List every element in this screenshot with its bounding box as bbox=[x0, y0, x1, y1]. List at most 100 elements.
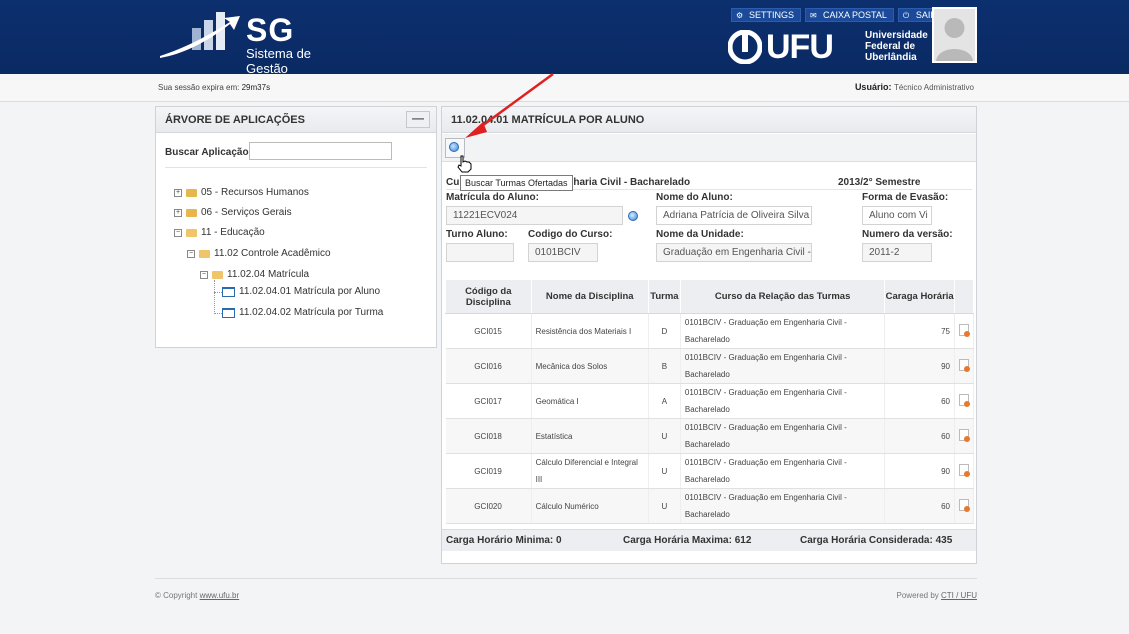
unidade-field[interactable]: Graduação em Engenharia Civil - bbox=[656, 243, 812, 262]
cell-turma: U bbox=[648, 488, 681, 524]
search-app-input[interactable] bbox=[249, 142, 392, 160]
versao-label: Numero da versão: bbox=[862, 229, 953, 240]
table-row[interactable]: GCI016 Mecânica dos Solos B 0101BCIV - G… bbox=[445, 348, 975, 384]
user-avatar[interactable] bbox=[932, 7, 977, 63]
collapse-icon[interactable]: − bbox=[174, 228, 182, 237]
tree-node-label: 11.02.04 Matrícula bbox=[227, 269, 310, 280]
mailbox-link[interactable]: ✉ CAIXA POSTAL bbox=[805, 8, 894, 22]
cell-curso: 0101BCIV - Graduação em Engenharia Civil… bbox=[680, 313, 886, 349]
cell-action bbox=[954, 488, 975, 524]
document-icon[interactable] bbox=[958, 394, 970, 407]
table-row[interactable]: GCI019 Cálculo Diferencial e Integral II… bbox=[445, 453, 975, 489]
carga-minima: Carga Horário Minima: 0 bbox=[446, 535, 562, 546]
tree-node-educacao[interactable]: − 11 - Educação bbox=[174, 227, 265, 238]
versao-field[interactable]: 2011-2 bbox=[862, 243, 932, 262]
ufu-site-link[interactable]: www.ufu.br bbox=[200, 591, 240, 600]
document-icon[interactable] bbox=[958, 429, 970, 442]
settings-link[interactable]: ⚙ SETTINGS bbox=[731, 8, 802, 22]
forma-evasao-field[interactable]: Aluno com Vi bbox=[862, 206, 932, 225]
logo-subtitle: Sistema de Gestão bbox=[246, 46, 312, 76]
annotation-arrow bbox=[465, 72, 554, 138]
collapse-icon[interactable]: − bbox=[200, 270, 208, 279]
cell-codigo: GCI019 bbox=[445, 453, 532, 489]
cell-action bbox=[954, 453, 975, 489]
tree-node-matricula-por-turma[interactable]: 11.02.04.02 Matrícula por Turma bbox=[222, 307, 383, 318]
col-codigo[interactable]: Código da Disciplina bbox=[445, 279, 532, 314]
document-icon[interactable] bbox=[958, 324, 970, 337]
semester-label: 2013/2° Semestre bbox=[838, 177, 921, 188]
tooltip: Buscar Turmas Ofertadas bbox=[460, 175, 573, 191]
course-label-end: haria Civil - Bacharelado bbox=[573, 177, 691, 188]
cell-codigo: GCI016 bbox=[445, 348, 532, 384]
collapse-icon[interactable]: − bbox=[187, 249, 195, 258]
cell-carga: 60 bbox=[884, 383, 955, 419]
sg-logo[interactable]: SG Sistema de Gestão bbox=[158, 10, 348, 76]
folder-icon bbox=[186, 188, 197, 197]
search-icon[interactable] bbox=[628, 211, 638, 221]
col-curso[interactable]: Curso da Relação das Turmas bbox=[679, 279, 886, 314]
totals-bar: Carga Horário Minima: 0 Carga Horária Ma… bbox=[442, 529, 976, 551]
document-icon[interactable] bbox=[958, 359, 970, 372]
cell-codigo: GCI018 bbox=[445, 418, 532, 454]
tree-connector bbox=[214, 313, 222, 314]
tree-connector bbox=[214, 280, 215, 314]
turno-field[interactable] bbox=[446, 243, 514, 262]
mailbox-label: CAIXA POSTAL bbox=[823, 10, 887, 20]
cell-carga: 75 bbox=[884, 313, 955, 349]
minimize-button[interactable]: — bbox=[406, 111, 430, 128]
cell-nome: Mecânica dos Solos bbox=[531, 348, 649, 384]
col-carga[interactable]: Caraga Horária bbox=[884, 279, 955, 314]
user-label: Usuário: bbox=[854, 82, 892, 92]
table-header-row: Código da Disciplina Nome da Disciplina … bbox=[445, 279, 975, 314]
cell-curso: 0101BCIV - Graduação em Engenharia Civil… bbox=[680, 418, 886, 454]
expand-icon[interactable]: + bbox=[174, 208, 182, 217]
tree-node-label: 11 - Educação bbox=[201, 227, 265, 238]
table-row[interactable]: GCI020 Cálculo Numérico U 0101BCIV - Gra… bbox=[445, 488, 975, 524]
power-icon: ⏻ bbox=[902, 10, 910, 20]
cell-turma: U bbox=[648, 418, 681, 454]
document-icon[interactable] bbox=[958, 464, 970, 477]
turno-label: Turno Aluno: bbox=[446, 229, 508, 240]
col-actions bbox=[953, 279, 975, 314]
window-icon bbox=[222, 286, 235, 297]
university-name-line1: Universidade bbox=[865, 30, 928, 41]
cell-nome: Geomática I bbox=[531, 383, 649, 419]
cell-carga: 90 bbox=[884, 348, 955, 384]
matricula-label: Matrícula do Aluno: bbox=[446, 192, 539, 203]
tree-node-recursos-humanos[interactable]: + 05 - Recursos Humanos bbox=[174, 187, 309, 198]
top-header: SG Sistema de Gestão ⚙ SETTINGS ✉ CAIXA … bbox=[0, 0, 1129, 76]
col-nome[interactable]: Nome da Disciplina bbox=[530, 279, 649, 314]
expand-icon[interactable]: + bbox=[174, 188, 182, 197]
col-turma[interactable]: Turma bbox=[647, 279, 681, 314]
chart-logo-icon bbox=[160, 12, 240, 58]
nome-aluno-field[interactable]: Adriana Patrícia de Oliveira Silva bbox=[656, 206, 812, 225]
table-row[interactable]: GCI018 Estatística U 0101BCIV - Graduaçã… bbox=[445, 418, 975, 454]
cell-action bbox=[954, 348, 975, 384]
cell-turma: A bbox=[648, 383, 681, 419]
document-icon[interactable] bbox=[958, 499, 970, 512]
powered-by: Powered by CTI / UFU bbox=[897, 591, 977, 600]
tree-node-matricula-por-aluno[interactable]: 11.02.04.01 Matrícula por Aluno bbox=[222, 286, 380, 297]
tree-node-controle-academico[interactable]: − 11.02 Controle Acadêmico bbox=[187, 248, 331, 259]
university-name-line3: Uberlândia bbox=[865, 52, 917, 63]
cell-codigo: GCI017 bbox=[445, 383, 532, 419]
table-row[interactable]: GCI015 Resistência dos Materiais I D 010… bbox=[445, 313, 975, 349]
copyright-text: © Copyright bbox=[155, 591, 198, 600]
codigo-curso-field[interactable]: 0101BCIV bbox=[528, 243, 598, 262]
tree-node-servicos-gerais[interactable]: + 06 - Serviços Gerais bbox=[174, 207, 292, 218]
powered-by-text: Powered by bbox=[896, 591, 939, 600]
cti-link[interactable]: CTI / UFU bbox=[941, 591, 977, 600]
unidade-label: Nome da Unidade: bbox=[656, 229, 744, 240]
table-row[interactable]: GCI017 Geomática I A 0101BCIV - Graduaçã… bbox=[445, 383, 975, 419]
university-name: Universidade Federal de Uberlândia bbox=[865, 30, 928, 63]
tree-node-label: 11.02.04.01 Matrícula por Aluno bbox=[239, 286, 381, 297]
session-expiry: Sua sessão expira em: 29m37s bbox=[158, 83, 270, 92]
cell-carga: 60 bbox=[884, 488, 955, 524]
matricula-field[interactable]: 11221ECV024 bbox=[446, 206, 623, 225]
open-folder-icon bbox=[186, 228, 197, 237]
session-bar: Sua sessão expira em: 29m37s Usuário: Té… bbox=[0, 74, 1129, 102]
tree-node-label: 05 - Recursos Humanos bbox=[201, 187, 309, 198]
user-value: Técnico Administrativo bbox=[893, 83, 974, 92]
top-nav: ⚙ SETTINGS ✉ CAIXA POSTAL ⏻ SAIR bbox=[731, 8, 944, 22]
tree-node-matricula[interactable]: − 11.02.04 Matrícula bbox=[200, 269, 309, 280]
